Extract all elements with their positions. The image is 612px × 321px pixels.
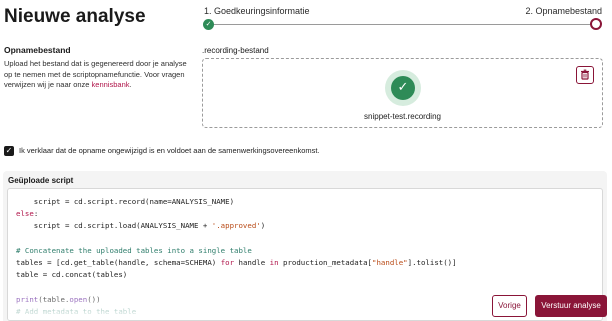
code-token: script = cd.script.record(name=ANALYSIS_… [16,197,235,206]
page-title: Nieuwe analyse [4,6,146,27]
code-token: ].tolist()] [407,258,457,267]
code-token: table = cd.concat(tables) [16,270,128,280]
code-line: tables = [cd.get_table(handle, schema=SC… [16,258,457,267]
code-line: # Concatenate the uploaded tables into a… [16,246,252,255]
code-token: # Concatenate the uploaded tables into a… [16,245,252,255]
script-heading: Geüploade script [8,176,74,185]
upload-success-icon: ✓ [385,70,421,106]
code-line: script = cd.script.record(name=ANALYSIS_… [16,197,234,206]
code-token: ) [260,221,266,231]
stepper-line [212,24,594,25]
progress-stepper: 1. Goedkeuringsinformatie 2. Opnamebesta… [200,6,604,32]
delete-file-button[interactable] [576,66,594,84]
opname-info: Opnamebestand Upload het bestand dat is … [4,45,194,91]
code-token: else [16,209,34,219]
trash-icon [581,69,589,80]
code-token: : [33,209,39,219]
opname-description: Upload het bestand dat is gegenereerd do… [4,59,194,91]
step-current-indicator [590,18,602,30]
opname-description-end: . [129,80,132,89]
code-token: tables = [cd.get_table(handle, schema=SC… [16,258,221,267]
code-token: "handle" [372,258,408,267]
check-icon: ✓ [391,76,415,100]
code-line: script = cd.script.load(ANALYSIS_NAME + … [16,221,265,230]
submit-analysis-button[interactable]: Verstuur analyse [535,295,607,317]
consent-row: ✓ Ik verklaar dat de opname ongewijzigd … [4,145,604,159]
code-token: handle [234,258,270,267]
previous-button[interactable]: Vorige [492,295,527,317]
knowledge-base-link[interactable]: kennisbank [92,80,130,89]
step-2-label: 2. Opnamebestand [525,6,602,16]
code-line: table = cd.concat(tables) [16,270,127,279]
consent-checkbox[interactable]: ✓ [4,146,14,156]
recording-dropzone[interactable]: ✓ snippet-test.recording [202,58,603,128]
code-token: in [269,258,279,267]
opname-heading: Opnamebestand [4,45,71,55]
uploaded-file-name: snippet-test.recording [364,112,441,121]
recording-file-label: .recording-bestand [202,46,269,55]
step-1-label[interactable]: 1. Goedkeuringsinformatie [204,6,310,16]
code-line: else: [16,209,38,218]
code-token: script = cd.script.load(ANALYSIS_NAME + [16,221,212,231]
code-token: for [220,258,235,267]
code-token: '.approved' [211,221,261,231]
code-token: production_metadata[ [278,258,373,267]
consent-text: Ik verklaar dat de opname ongewijzigd is… [19,146,320,155]
step-completed-check-icon[interactable]: ✓ [203,19,214,30]
